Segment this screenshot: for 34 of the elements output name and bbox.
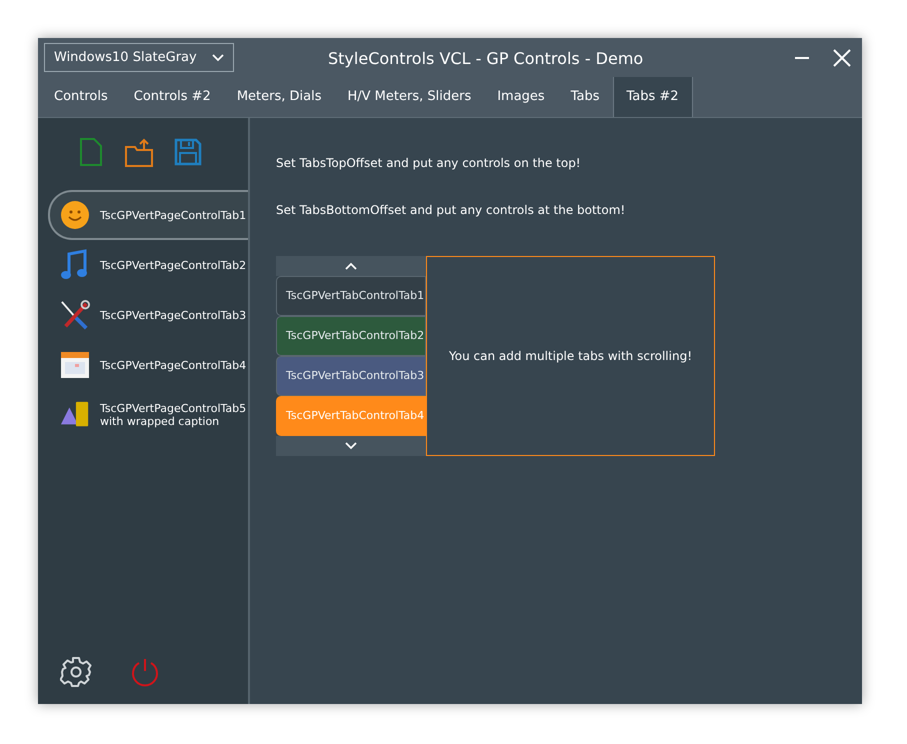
calendar-icon — [60, 351, 90, 379]
chevron-down-icon — [345, 442, 357, 450]
chevron-down-icon — [212, 54, 224, 62]
page-tab[interactable]: TscGPVertPageControlTab2 — [48, 240, 248, 290]
power-icon[interactable] — [130, 657, 160, 687]
vertical-tab[interactable]: TscGPVertTabControlTab2 — [276, 316, 426, 356]
tab[interactable]: Tabs #2 — [612, 76, 693, 117]
tab[interactable]: Controls #2 — [120, 76, 224, 117]
smiley-icon — [60, 200, 90, 230]
save-icon[interactable] — [174, 138, 202, 166]
page-tab[interactable]: TscGPVertPageControlTab1 — [48, 190, 248, 240]
vertical-tab[interactable]: TscGPVertTabControlTab1 — [276, 276, 426, 316]
tab[interactable]: Controls — [41, 76, 121, 117]
hint-text: Set TabsBottomOffset and put any controls at the bottom! — [276, 202, 626, 219]
new-file-icon[interactable] — [78, 138, 104, 166]
vertical-tab[interactable]: TscGPVertTabControlTab3 — [276, 356, 426, 396]
hint-text: Set TabsTopOffset and put any controls on the top! — [276, 155, 582, 172]
theme-value: Windows10 SlateGray — [54, 48, 197, 67]
music-note-icon — [60, 249, 90, 281]
page-tab[interactable]: TscGPVertPageControlTab3 — [48, 290, 248, 340]
tab[interactable]: Images — [484, 76, 558, 117]
close-icon[interactable] — [833, 49, 851, 67]
tab[interactable]: Tabs — [558, 76, 612, 117]
tab[interactable]: H/V Meters, Sliders — [334, 76, 484, 117]
chevron-up-icon — [345, 262, 357, 270]
panel-text: You can add multiple tabs with scrolling! — [449, 348, 692, 365]
settings-icon[interactable] — [60, 656, 92, 688]
page-tab[interactable]: TscGPVertPageControlTab4 — [48, 340, 248, 390]
tab[interactable]: Meters, Dials — [224, 76, 334, 117]
screwdriver-wrench-icon — [60, 299, 90, 331]
folder-upload-icon[interactable] — [124, 138, 154, 168]
page-tab[interactable]: TscGPVertPageControlTab5 with wrapped caption — [48, 390, 248, 440]
window-title: StyleControls VCL - GP Controls - Demo — [328, 48, 644, 70]
theme-dropdown[interactable]: Windows10 SlateGray — [44, 43, 234, 72]
